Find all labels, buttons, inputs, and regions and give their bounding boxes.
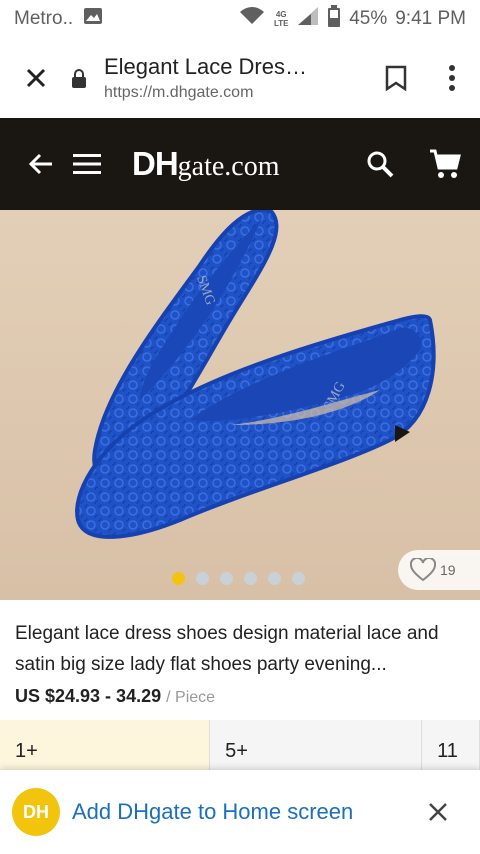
hamburger-icon (73, 154, 101, 174)
logo-dh-text: DH (132, 145, 179, 182)
dhgate-logo[interactable]: DH gate.com (132, 145, 280, 183)
browser-toolbar: Elegant Lace Dres… https://m.dhgate.com (0, 38, 480, 118)
app-icon-text: DH (23, 801, 49, 822)
image-notification-icon (83, 6, 103, 32)
favorite-count: 19 (440, 562, 456, 578)
page-url: https://m.dhgate.com (104, 84, 254, 101)
wifi-icon (239, 6, 265, 32)
back-arrow-icon (28, 153, 52, 175)
carousel-dot[interactable] (292, 572, 305, 585)
shoe-illustration: SMG SMG (75, 210, 436, 539)
battery-percent: 45% (349, 8, 388, 29)
price-range: US $24.93 - 34.29 (15, 686, 162, 706)
carousel-dot[interactable] (220, 572, 233, 585)
battery-icon (327, 5, 341, 33)
carousel-dot[interactable] (172, 572, 185, 585)
bookmark-button[interactable] (368, 65, 424, 91)
menu-button[interactable] (62, 153, 112, 175)
signal-icon (297, 6, 319, 32)
price-line: US $24.93 - 34.29 / Piece (15, 686, 465, 707)
cart-button[interactable] (410, 148, 480, 180)
carousel-dots (172, 572, 305, 585)
clock: 9:41 PM (395, 8, 466, 29)
overflow-menu-button[interactable] (424, 65, 480, 91)
add-to-home-text[interactable]: Add DHgate to Home screen (72, 799, 353, 825)
cart-icon (430, 149, 461, 178)
site-header: DH gate.com (0, 118, 480, 210)
carrier-label: Metro.. (14, 8, 74, 29)
close-icon (26, 68, 46, 88)
search-icon (367, 151, 394, 178)
dhgate-app-icon: DH (12, 788, 60, 836)
price-unit: / Piece (166, 689, 216, 706)
close-tab-button[interactable] (0, 38, 72, 118)
dismiss-banner-button[interactable] (396, 801, 480, 823)
heart-icon (410, 558, 436, 582)
search-button[interactable] (350, 150, 410, 178)
address-bar[interactable]: Elegant Lace Dres… https://m.dhgate.com (104, 54, 368, 102)
close-icon (429, 803, 447, 821)
bookmark-icon (385, 65, 407, 91)
product-title: Elegant lace dress shoes design material… (15, 623, 439, 675)
tier-option[interactable]: 5+ (210, 720, 423, 770)
more-vert-icon (449, 65, 455, 91)
carousel-dot[interactable] (268, 572, 281, 585)
quantity-tiers: 1+ 5+ 11 (0, 720, 480, 770)
status-bar: Metro.. 4G LTE 45% 9:41 PM (0, 0, 480, 38)
lte-badge: 4G LTE (273, 10, 289, 28)
product-info: Elegant lace dress shoes design material… (0, 600, 480, 720)
page-title: Elegant Lace Dres… (104, 54, 307, 79)
lock-icon[interactable] (64, 68, 94, 88)
product-image-carousel[interactable]: SMG SMG 19 (0, 210, 480, 600)
tier-option[interactable]: 1+ (0, 720, 211, 770)
add-to-home-banner[interactable]: DH Add DHgate to Home screen (0, 770, 480, 854)
carousel-dot[interactable] (244, 572, 257, 585)
tier-option[interactable]: 11 (422, 720, 480, 770)
carousel-dot[interactable] (196, 572, 209, 585)
favorite-button[interactable]: 19 (398, 550, 480, 590)
logo-rest-text: gate.com (177, 151, 280, 182)
